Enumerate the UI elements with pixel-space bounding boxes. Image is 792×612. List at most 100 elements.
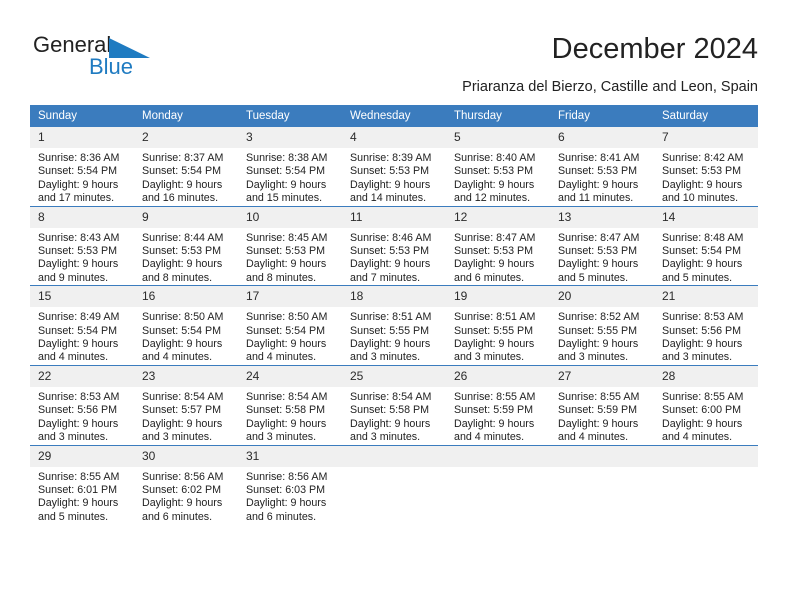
sunrise-text: Sunrise: 8:56 AM — [142, 470, 224, 483]
sunset-text: Sunset: 5:53 PM — [454, 165, 534, 178]
daylight-text-line1: Daylight: 9 hours — [142, 338, 223, 351]
sunset-text: Sunset: 5:55 PM — [558, 324, 638, 337]
day-details: Sunrise: 8:55 AM Sunset: 5:59 PM Dayligh… — [446, 387, 550, 445]
calendar-day-cell[interactable]: 30 Sunrise: 8:56 AM Sunset: 6:02 PM Dayl… — [134, 444, 238, 525]
calendar-day-cell[interactable]: 12 Sunrise: 8:47 AM Sunset: 5:53 PM Dayl… — [446, 205, 550, 286]
calendar-body: 1 Sunrise: 8:36 AM Sunset: 5:54 PM Dayli… — [30, 127, 758, 525]
calendar-day-cell[interactable]: 5 Sunrise: 8:40 AM Sunset: 5:53 PM Dayli… — [446, 127, 550, 206]
daylight-text-line2: and 6 minutes. — [142, 510, 213, 523]
day-number: 20 — [550, 286, 654, 308]
sunrise-text: Sunrise: 8:53 AM — [38, 390, 120, 403]
day-number: 19 — [446, 286, 550, 308]
calendar-day-cell-empty — [550, 444, 654, 525]
daylight-text-line2: and 3 minutes. — [350, 431, 421, 444]
day-details: Sunrise: 8:49 AM Sunset: 5:54 PM Dayligh… — [30, 307, 134, 365]
daylight-text-line1: Daylight: 9 hours — [350, 178, 431, 191]
daylight-text-line2: and 4 minutes. — [38, 351, 109, 364]
calendar-day-cell[interactable]: 7 Sunrise: 8:42 AM Sunset: 5:53 PM Dayli… — [654, 127, 758, 206]
calendar-day-cell[interactable]: 28 Sunrise: 8:55 AM Sunset: 6:00 PM Dayl… — [654, 364, 758, 445]
day-details: Sunrise: 8:55 AM Sunset: 6:01 PM Dayligh… — [30, 467, 134, 525]
calendar-day-cell[interactable]: 2 Sunrise: 8:37 AM Sunset: 5:54 PM Dayli… — [134, 127, 238, 206]
calendar-day-cell[interactable]: 13 Sunrise: 8:47 AM Sunset: 5:53 PM Dayl… — [550, 205, 654, 286]
sunset-text: Sunset: 5:57 PM — [142, 404, 222, 417]
day-number: 15 — [30, 286, 134, 308]
day-number: 18 — [342, 286, 446, 308]
day-details: Sunrise: 8:53 AM Sunset: 5:56 PM Dayligh… — [30, 387, 134, 445]
sunset-text: Sunset: 5:54 PM — [38, 165, 118, 178]
day-number: 14 — [654, 206, 758, 228]
day-number: 30 — [134, 445, 238, 467]
sunrise-text: Sunrise: 8:56 AM — [246, 470, 328, 483]
weekday-header-sunday: Sunday — [30, 105, 134, 127]
day-details: Sunrise: 8:55 AM Sunset: 6:00 PM Dayligh… — [654, 387, 758, 445]
daylight-text-line2: and 4 minutes. — [558, 431, 629, 444]
sunset-text: Sunset: 5:56 PM — [662, 324, 742, 337]
day-details: Sunrise: 8:39 AM Sunset: 5:53 PM Dayligh… — [342, 148, 446, 206]
sunset-text: Sunset: 5:55 PM — [350, 324, 430, 337]
calendar-day-cell[interactable]: 4 Sunrise: 8:39 AM Sunset: 5:53 PM Dayli… — [342, 127, 446, 206]
calendar-day-cell[interactable]: 31 Sunrise: 8:56 AM Sunset: 6:03 PM Dayl… — [238, 444, 342, 525]
calendar-day-cell[interactable]: 26 Sunrise: 8:55 AM Sunset: 5:59 PM Dayl… — [446, 364, 550, 445]
calendar-day-cell[interactable]: 6 Sunrise: 8:41 AM Sunset: 5:53 PM Dayli… — [550, 127, 654, 206]
calendar-day-cell[interactable]: 17 Sunrise: 8:50 AM Sunset: 5:54 PM Dayl… — [238, 285, 342, 366]
calendar-day-cell-empty — [446, 444, 550, 525]
calendar-day-cell[interactable]: 1 Sunrise: 8:36 AM Sunset: 5:54 PM Dayli… — [30, 127, 134, 206]
calendar-day-cell[interactable]: 22 Sunrise: 8:53 AM Sunset: 5:56 PM Dayl… — [30, 364, 134, 445]
day-details: Sunrise: 8:55 AM Sunset: 5:59 PM Dayligh… — [550, 387, 654, 445]
daylight-text-line2: and 4 minutes. — [454, 431, 525, 444]
daylight-text-line1: Daylight: 9 hours — [142, 178, 223, 191]
daylight-text-line2: and 3 minutes. — [662, 351, 733, 364]
day-number: 22 — [30, 365, 134, 387]
daylight-text-line1: Daylight: 9 hours — [558, 417, 639, 430]
day-details: Sunrise: 8:56 AM Sunset: 6:03 PM Dayligh… — [238, 467, 342, 525]
daylight-text-line2: and 16 minutes. — [142, 192, 219, 205]
day-number: 16 — [134, 286, 238, 308]
daylight-text-line1: Daylight: 9 hours — [246, 497, 327, 510]
sunset-text: Sunset: 5:54 PM — [142, 324, 222, 337]
daylight-text-line1: Daylight: 9 hours — [142, 417, 223, 430]
calendar-day-cell[interactable]: 16 Sunrise: 8:50 AM Sunset: 5:54 PM Dayl… — [134, 285, 238, 366]
daylight-text-line1: Daylight: 9 hours — [38, 497, 119, 510]
day-details: Sunrise: 8:45 AM Sunset: 5:53 PM Dayligh… — [238, 228, 342, 286]
calendar-day-cell[interactable]: 14 Sunrise: 8:48 AM Sunset: 5:54 PM Dayl… — [654, 205, 758, 286]
calendar-day-cell[interactable]: 10 Sunrise: 8:45 AM Sunset: 5:53 PM Dayl… — [238, 205, 342, 286]
calendar-day-cell[interactable]: 9 Sunrise: 8:44 AM Sunset: 5:53 PM Dayli… — [134, 205, 238, 286]
daylight-text-line1: Daylight: 9 hours — [246, 338, 327, 351]
day-number: 8 — [30, 206, 134, 228]
daylight-text-line1: Daylight: 9 hours — [350, 417, 431, 430]
calendar-day-cell[interactable]: 23 Sunrise: 8:54 AM Sunset: 5:57 PM Dayl… — [134, 364, 238, 445]
day-details: Sunrise: 8:51 AM Sunset: 5:55 PM Dayligh… — [342, 307, 446, 365]
calendar-day-cell[interactable]: 11 Sunrise: 8:46 AM Sunset: 5:53 PM Dayl… — [342, 205, 446, 286]
day-details: Sunrise: 8:46 AM Sunset: 5:53 PM Dayligh… — [342, 228, 446, 286]
day-number: 28 — [654, 365, 758, 387]
generalblue-logo[interactable]: General Blue — [33, 32, 223, 84]
sunset-text: Sunset: 5:53 PM — [350, 245, 430, 258]
daylight-text-line1: Daylight: 9 hours — [662, 258, 743, 271]
calendar-day-cell[interactable]: 27 Sunrise: 8:55 AM Sunset: 5:59 PM Dayl… — [550, 364, 654, 445]
calendar-day-cell[interactable]: 3 Sunrise: 8:38 AM Sunset: 5:54 PM Dayli… — [238, 127, 342, 206]
sunrise-text: Sunrise: 8:54 AM — [142, 390, 224, 403]
sunrise-text: Sunrise: 8:47 AM — [454, 231, 536, 244]
calendar-day-cell[interactable]: 18 Sunrise: 8:51 AM Sunset: 5:55 PM Dayl… — [342, 285, 446, 366]
calendar-day-cell[interactable]: 25 Sunrise: 8:54 AM Sunset: 5:58 PM Dayl… — [342, 364, 446, 445]
daylight-text-line1: Daylight: 9 hours — [454, 338, 535, 351]
sunset-text: Sunset: 6:00 PM — [662, 404, 742, 417]
calendar-header-row: Sunday Monday Tuesday Wednesday Thursday… — [30, 105, 758, 127]
sunset-text: Sunset: 5:56 PM — [38, 404, 118, 417]
calendar-day-cell[interactable]: 29 Sunrise: 8:55 AM Sunset: 6:01 PM Dayl… — [30, 444, 134, 525]
calendar-day-cell[interactable]: 21 Sunrise: 8:53 AM Sunset: 5:56 PM Dayl… — [654, 285, 758, 366]
calendar-day-cell[interactable]: 24 Sunrise: 8:54 AM Sunset: 5:58 PM Dayl… — [238, 364, 342, 445]
day-number: 21 — [654, 286, 758, 308]
calendar-day-cell[interactable]: 20 Sunrise: 8:52 AM Sunset: 5:55 PM Dayl… — [550, 285, 654, 366]
day-number: 3 — [238, 127, 342, 148]
daylight-text-line1: Daylight: 9 hours — [38, 258, 119, 271]
day-number: 10 — [238, 206, 342, 228]
calendar-day-cell[interactable]: 15 Sunrise: 8:49 AM Sunset: 5:54 PM Dayl… — [30, 285, 134, 366]
sunset-text: Sunset: 6:01 PM — [38, 483, 118, 496]
sunset-text: Sunset: 5:53 PM — [558, 165, 638, 178]
calendar-day-cell[interactable]: 8 Sunrise: 8:43 AM Sunset: 5:53 PM Dayli… — [30, 205, 134, 286]
sunset-text: Sunset: 5:53 PM — [558, 245, 638, 258]
daylight-text-line2: and 7 minutes. — [350, 271, 421, 284]
calendar-day-cell-empty — [654, 444, 758, 525]
calendar-day-cell[interactable]: 19 Sunrise: 8:51 AM Sunset: 5:55 PM Dayl… — [446, 285, 550, 366]
